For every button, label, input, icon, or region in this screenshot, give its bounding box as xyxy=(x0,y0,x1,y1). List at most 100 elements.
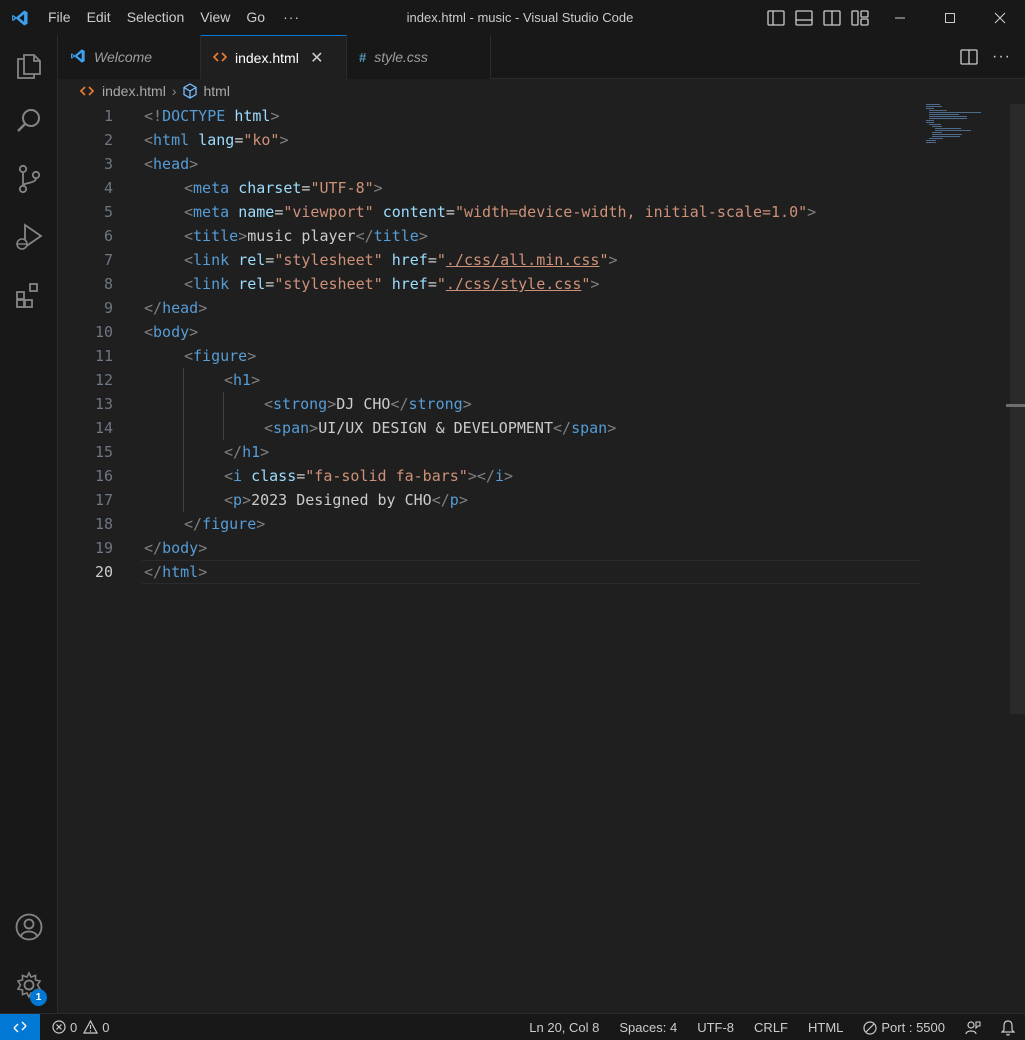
code-token: > xyxy=(189,155,199,173)
minimap-line xyxy=(929,112,981,113)
more-actions-icon[interactable]: ··· xyxy=(992,48,1011,66)
menu-go[interactable]: Go xyxy=(238,0,273,35)
vertical-scrollbar[interactable] xyxy=(1010,104,1025,714)
split-editor-icon[interactable] xyxy=(960,49,978,65)
minimap-line xyxy=(935,128,961,129)
code-token: > xyxy=(198,563,208,581)
language-mode[interactable]: HTML xyxy=(808,1020,843,1035)
error-icon xyxy=(52,1020,66,1034)
line-number: 11 xyxy=(94,347,113,365)
close-icon[interactable]: ✕ xyxy=(309,48,325,68)
search-icon[interactable] xyxy=(0,97,58,145)
run-debug-icon[interactable] xyxy=(0,213,58,261)
code-token: html xyxy=(153,131,190,149)
html-file-icon xyxy=(212,51,228,66)
close-window-icon[interactable] xyxy=(975,0,1025,35)
code-token: href xyxy=(391,275,428,293)
minimap-line xyxy=(929,124,941,125)
code-line: <body> xyxy=(144,320,198,344)
minimap-line xyxy=(926,140,936,141)
code-token: </ xyxy=(224,443,243,461)
explorer-icon[interactable] xyxy=(0,41,58,89)
port-label: Port : 5500 xyxy=(881,1020,945,1035)
indentation[interactable]: Spaces: 4 xyxy=(619,1020,677,1035)
vscode-logo-icon xyxy=(70,48,86,67)
problems-indicator[interactable]: 0 0 xyxy=(52,1020,109,1035)
tab-welcome[interactable]: Welcome xyxy=(58,35,201,79)
code-editor[interactable]: 1 2 3 4 5 6 7 8 9 10 11 12 13 14 15 16 17 18 19 20 <!DOCTYP… xyxy=(58,104,1025,1013)
end-of-line[interactable]: CRLF xyxy=(754,1020,788,1035)
code-token: charset xyxy=(238,179,302,197)
live-server-port[interactable]: Port : 5500 xyxy=(863,1020,945,1035)
code-token: "stylesheet" xyxy=(274,275,383,293)
code-token: title xyxy=(193,227,239,245)
menu-edit[interactable]: Edit xyxy=(79,0,119,35)
code-line: <link rel="stylesheet" href="./css/style… xyxy=(184,272,599,296)
feedback-icon[interactable] xyxy=(965,1020,981,1036)
breadcrumb-file[interactable]: index.html xyxy=(102,83,166,99)
code-token: "width=device-width, initial-scale=1.0" xyxy=(454,203,808,221)
code-token: i xyxy=(494,467,504,485)
tab-index-html[interactable]: index.html ✕ xyxy=(201,35,347,80)
customize-layout-icon[interactable] xyxy=(848,6,872,30)
toggle-primary-sidebar-icon[interactable] xyxy=(764,6,788,30)
remote-indicator-icon[interactable] xyxy=(0,1013,40,1040)
minimap-line xyxy=(932,132,942,133)
toggle-secondary-sidebar-icon[interactable] xyxy=(820,6,844,30)
code-token: </ xyxy=(355,227,374,245)
notifications-bell-icon[interactable] xyxy=(1001,1019,1015,1036)
code-line: </h1> xyxy=(224,440,269,464)
code-token: </ xyxy=(431,491,450,509)
code-token: h1 xyxy=(242,443,261,461)
line-number: 1 xyxy=(103,107,113,125)
minimap[interactable] xyxy=(926,104,996,164)
minimize-icon[interactable] xyxy=(875,0,925,35)
code-line: <link rel="stylesheet" href="./css/all.m… xyxy=(184,248,618,272)
code-token: < xyxy=(184,227,194,245)
breadcrumb-symbol[interactable]: html xyxy=(203,83,229,99)
symbol-element-icon xyxy=(182,83,198,99)
menu-file[interactable]: File xyxy=(40,0,79,35)
menu-selection[interactable]: Selection xyxy=(119,0,193,35)
extensions-icon[interactable] xyxy=(0,271,58,319)
code-line: <p>2023 Designed by CHO</p> xyxy=(224,488,468,512)
code-line: </figure> xyxy=(184,512,265,536)
code-token: > xyxy=(198,539,208,557)
manage-gear-icon[interactable]: 1 xyxy=(0,961,58,1009)
code-token: > xyxy=(238,227,248,245)
code-token: > xyxy=(458,491,468,509)
menu-view[interactable]: View xyxy=(192,0,238,35)
title-bar: File Edit Selection View Go ··· index.ht… xyxy=(0,0,1025,35)
minimap-line xyxy=(926,122,934,123)
code-token: < xyxy=(184,179,194,197)
encoding[interactable]: UTF-8 xyxy=(697,1020,734,1035)
minimap-line xyxy=(929,116,967,117)
account-icon[interactable] xyxy=(0,903,58,951)
maximize-icon[interactable] xyxy=(925,0,975,35)
code-token: body xyxy=(153,323,190,341)
code-line: <html lang="ko"> xyxy=(144,128,289,152)
tab-style-css[interactable]: # style.css xyxy=(347,35,491,79)
code-token: > xyxy=(279,131,289,149)
code-token: > xyxy=(418,227,428,245)
code-token: "UTF-8" xyxy=(310,179,374,197)
minimap-line xyxy=(929,114,959,115)
code-token: content xyxy=(382,203,446,221)
layout-controls xyxy=(762,0,874,35)
warning-icon xyxy=(83,1020,99,1034)
line-number: 13 xyxy=(94,395,113,413)
code-token: rel xyxy=(238,251,266,269)
tab-bar: Welcome index.html ✕ # style.css ··· xyxy=(58,35,1025,80)
line-number: 10 xyxy=(94,323,113,341)
code-token: = xyxy=(445,203,455,221)
code-token: lang xyxy=(198,131,235,149)
code-line: </head> xyxy=(144,296,207,320)
source-control-icon[interactable] xyxy=(0,155,58,203)
code-token: "ko" xyxy=(243,131,280,149)
toggle-panel-icon[interactable] xyxy=(792,6,816,30)
code-token: > xyxy=(373,179,383,197)
cursor-position[interactable]: Ln 20, Col 8 xyxy=(529,1020,599,1035)
